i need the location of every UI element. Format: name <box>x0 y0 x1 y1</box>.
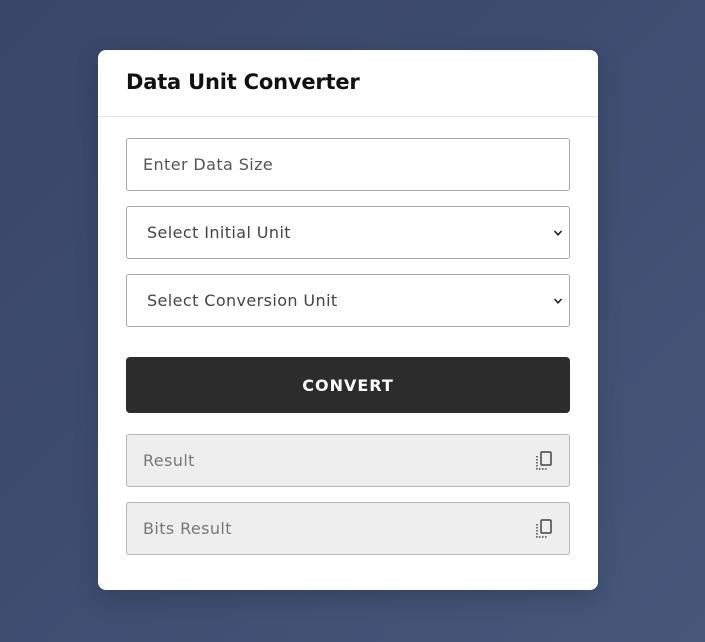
chevron-down-icon <box>553 229 563 236</box>
result-field[interactable]: Result <box>126 434 570 487</box>
converter-card: Data Unit Converter Enter Data Size Sele… <box>98 50 598 590</box>
bits-result-placeholder: Bits Result <box>143 519 232 538</box>
result-placeholder: Result <box>143 451 195 470</box>
page-title: Data Unit Converter <box>126 70 360 94</box>
card-header: Data Unit Converter <box>98 50 598 117</box>
initial-unit-value: Select Initial Unit <box>147 223 291 242</box>
conversion-unit-select[interactable]: Select Conversion Unit <box>126 274 570 327</box>
data-size-input[interactable]: Enter Data Size <box>126 138 570 191</box>
data-size-placeholder: Enter Data Size <box>143 155 274 174</box>
copy-icon[interactable] <box>535 450 553 471</box>
convert-button[interactable]: CONVERT <box>126 357 570 413</box>
conversion-unit-value: Select Conversion Unit <box>147 291 338 310</box>
bits-result-field[interactable]: Bits Result <box>126 502 570 555</box>
chevron-down-icon <box>553 297 563 304</box>
initial-unit-select[interactable]: Select Initial Unit <box>126 206 570 259</box>
copy-icon[interactable] <box>535 518 553 539</box>
